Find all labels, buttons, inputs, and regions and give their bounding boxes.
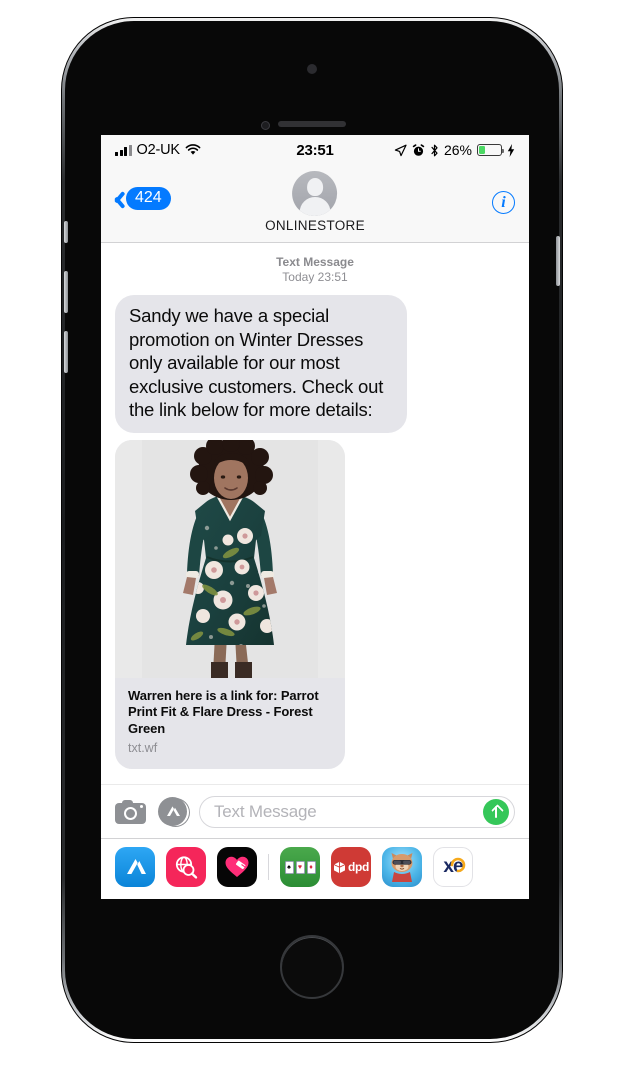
link-preview-text: Warren here is a link for: Parrot Print …: [115, 678, 345, 770]
info-button[interactable]: i: [492, 191, 515, 214]
screenshot-stage: O2-UK 23:51 26% 424 ONLINESTORE i Text M…: [0, 0, 624, 1069]
chevron-left-icon: [111, 188, 124, 210]
wifi-icon: [185, 144, 201, 156]
app-label-dpd: dpd: [347, 860, 370, 874]
mute-switch[interactable]: [64, 221, 68, 243]
app-icon-solitaire[interactable]: ♠ ♥ ♦: [280, 847, 320, 887]
status-bar-left: O2-UK: [115, 142, 201, 158]
message-timestamp: Text Message Today 23:51: [115, 255, 515, 285]
imessage-app-drawer[interactable]: ♠ ♥ ♦ dpd xe: [101, 838, 529, 895]
send-button[interactable]: [483, 798, 509, 825]
earpiece-speaker: [278, 121, 346, 127]
contact-header[interactable]: ONLINESTORE: [265, 171, 365, 233]
app-icon-dpd[interactable]: dpd: [331, 847, 371, 887]
avatar: [292, 171, 338, 216]
link-preview-card[interactable]: Warren here is a link for: Parrot Print …: [115, 439, 345, 770]
parcel-box-icon: [333, 861, 346, 873]
charging-bolt-icon: [507, 143, 515, 157]
front-camera-icon: [307, 64, 317, 74]
conversation-thread[interactable]: Text Message Today 23:51 Sandy we have a…: [101, 243, 529, 784]
battery-percent-label: 26%: [443, 142, 472, 158]
power-button[interactable]: [556, 236, 560, 286]
link-preview-title: Warren here is a link for: Parrot Print …: [128, 687, 319, 736]
camera-icon[interactable]: [115, 799, 146, 824]
card-diamond-icon: ♦: [306, 860, 316, 874]
app-icon-digital-touch[interactable]: [217, 847, 257, 887]
message-bubble-incoming[interactable]: Sandy we have a special promotion on Win…: [115, 295, 407, 433]
home-button[interactable]: [280, 935, 344, 999]
message-input-field[interactable]: Text Message: [199, 795, 515, 828]
unread-badge: 424: [126, 187, 171, 211]
signal-strength-icon: [115, 144, 132, 156]
phone-screen: O2-UK 23:51 26% 424 ONLINESTORE i Text M…: [101, 135, 529, 899]
message-input-bar: Text Message: [101, 784, 529, 838]
navigation-bar: 424 ONLINESTORE i: [101, 165, 529, 243]
card-spade-icon: ♠: [284, 860, 294, 874]
message-input-placeholder: Text Message: [214, 801, 317, 821]
volume-up-button[interactable]: [64, 271, 68, 313]
contact-name-label: ONLINESTORE: [265, 218, 365, 233]
link-preview-image: [115, 439, 345, 678]
back-button[interactable]: 424: [111, 187, 171, 211]
location-arrow-icon: [394, 144, 407, 157]
xe-swoosh-icon: [450, 857, 465, 873]
volume-down-button[interactable]: [64, 331, 68, 373]
send-arrow-up-icon: [491, 805, 502, 818]
phone-bezel: O2-UK 23:51 26% 424 ONLINESTORE i Text M…: [64, 21, 560, 1039]
app-icon-xe[interactable]: xe: [433, 847, 473, 887]
timestamp-type-label: Text Message: [276, 255, 354, 269]
carrier-label: O2-UK: [136, 142, 181, 158]
app-store-icon[interactable]: [158, 797, 190, 827]
status-bar-right: 26%: [394, 142, 515, 158]
app-icon-app-store[interactable]: [115, 847, 155, 887]
timestamp-value-label: Today 23:51: [282, 270, 348, 284]
product-photo-illustration: [142, 439, 318, 678]
link-preview-domain: txt.wf: [128, 741, 158, 755]
app-icon-image-search[interactable]: [166, 847, 206, 887]
status-bar: O2-UK 23:51 26%: [101, 135, 529, 165]
iphone-device: O2-UK 23:51 26% 424 ONLINESTORE i Text M…: [62, 18, 562, 1042]
app-drawer-divider: [268, 854, 269, 880]
bluetooth-icon: [430, 144, 439, 157]
card-heart-icon: ♥: [295, 860, 305, 874]
app-icon-talking-tom[interactable]: [382, 847, 422, 887]
battery-icon: [477, 144, 505, 156]
proximity-sensor-icon: [261, 121, 270, 130]
alarm-clock-icon: [412, 143, 425, 157]
